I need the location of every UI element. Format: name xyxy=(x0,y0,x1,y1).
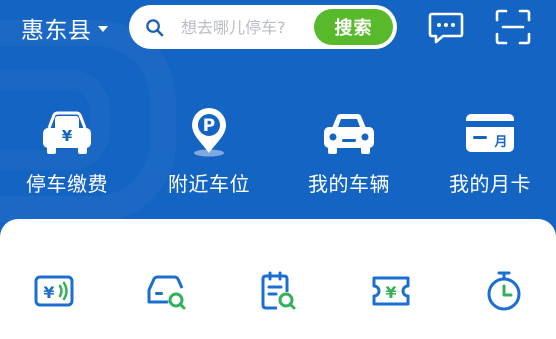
message-icon[interactable] xyxy=(427,8,465,46)
quick-action-my-vehicle[interactable]: 我的车辆 xyxy=(284,108,414,197)
svg-text:¥: ¥ xyxy=(43,283,54,302)
quick-action-label: 附近车位 xyxy=(168,172,250,196)
quick-action-monthly-card[interactable]: 月 我的月卡 xyxy=(425,108,555,197)
search-icon xyxy=(146,19,164,37)
svg-text:¥: ¥ xyxy=(385,283,396,302)
payment-code-icon[interactable]: ¥ xyxy=(33,270,75,312)
quick-action-nearby-parking[interactable]: P 附近车位 xyxy=(144,108,274,197)
city-selector[interactable]: 惠东县 xyxy=(21,10,108,46)
quick-action-label: 我的月卡 xyxy=(449,172,531,196)
scan-icon[interactable] xyxy=(494,8,532,46)
search-input[interactable] xyxy=(181,15,311,39)
car-search-icon[interactable] xyxy=(145,270,187,312)
search-box[interactable]: 搜索 xyxy=(129,5,397,49)
record-search-icon[interactable] xyxy=(257,270,299,312)
timer-icon[interactable] xyxy=(483,270,525,312)
svg-text:P: P xyxy=(203,116,215,136)
coupon-icon[interactable]: ¥ xyxy=(370,270,412,312)
parking-location-icon: P xyxy=(192,108,226,157)
monthly-card-icon: 月 xyxy=(466,114,514,152)
quick-action-label: 停车缴费 xyxy=(26,172,108,196)
city-label: 惠东县 xyxy=(21,18,92,44)
quick-action-pay-parking[interactable]: ¥ 停车缴费 xyxy=(2,108,132,197)
caret-down-icon xyxy=(97,26,108,32)
my-car-icon xyxy=(324,114,374,154)
services-card: ¥ ¥ xyxy=(0,219,556,339)
quick-action-label: 我的车辆 xyxy=(308,172,390,196)
car-payment-icon: ¥ xyxy=(43,111,91,154)
search-button[interactable]: 搜索 xyxy=(314,9,393,45)
svg-text:月: 月 xyxy=(493,135,507,150)
svg-text:¥: ¥ xyxy=(62,127,73,145)
